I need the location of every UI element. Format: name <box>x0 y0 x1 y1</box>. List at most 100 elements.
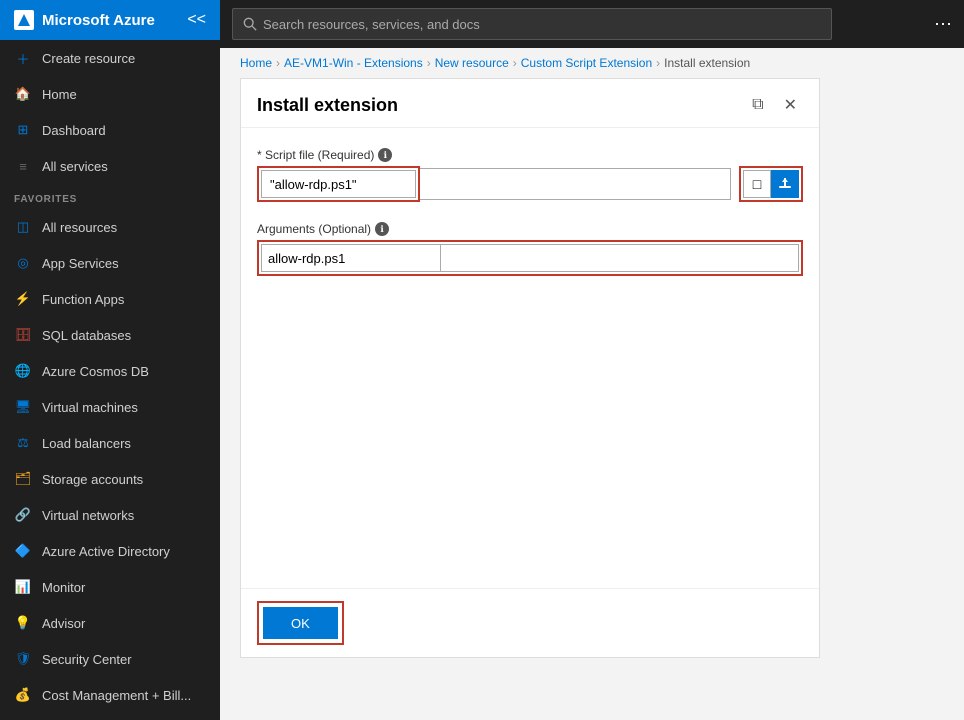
sidebar-item-help-support[interactable]: ❓ Help + support <box>0 713 220 720</box>
app-services-icon: ◎ <box>14 254 32 272</box>
sidebar-item-all-services[interactable]: ≡ All services <box>0 148 220 184</box>
app-title: Microsoft Azure <box>42 12 155 29</box>
search-bar[interactable]: Search resources, services, and docs <box>232 8 832 40</box>
sidebar-item-app-services[interactable]: ◎ App Services <box>0 245 220 281</box>
arguments-input-extension[interactable] <box>441 244 799 272</box>
sidebar-item-monitor[interactable]: 📊 Monitor <box>0 569 220 605</box>
sidebar-item-virtual-networks[interactable]: 🔗 Virtual networks <box>0 497 220 533</box>
arguments-input[interactable] <box>261 244 441 272</box>
aad-icon: 🔷 <box>14 542 32 560</box>
sidebar-item-function-apps[interactable]: ⚡ Function Apps <box>0 281 220 317</box>
script-file-input-extension[interactable] <box>420 168 731 200</box>
sidebar-label-aad: Azure Active Directory <box>42 544 170 559</box>
lb-icon: ⚖ <box>14 434 32 452</box>
panel-header-icons: ⧉ ✕ <box>746 93 803 117</box>
security-icon: 🛡 <box>14 650 32 668</box>
breadcrumb: Home › AE-VM1-Win - Extensions › New res… <box>220 48 964 78</box>
ok-button-outlined: OK <box>257 601 344 645</box>
sidebar-label-sql: SQL databases <box>42 328 131 343</box>
main-area: Search resources, services, and docs ⋯ H… <box>220 0 964 720</box>
sidebar-label-function-apps: Function Apps <box>42 292 124 307</box>
search-icon <box>243 17 257 31</box>
dashboard-icon: ⊞ <box>14 121 32 139</box>
breadcrumb-sep-0: › <box>276 56 280 70</box>
arguments-section: Arguments (Optional) ℹ <box>257 222 803 276</box>
arguments-input-outlined <box>257 240 803 276</box>
breadcrumb-new-resource[interactable]: New resource <box>435 56 509 70</box>
arguments-label: Arguments (Optional) ℹ <box>257 222 803 236</box>
sidebar-item-create-resource[interactable]: ＋ Create resource <box>0 40 220 76</box>
monitor-icon: 📊 <box>14 578 32 596</box>
panel-maximize-button[interactable]: ⧉ <box>746 93 769 117</box>
panel-footer: OK <box>241 588 819 657</box>
ok-button[interactable]: OK <box>263 607 338 639</box>
function-apps-icon: ⚡ <box>14 290 32 308</box>
favorites-section-label: FAVORITES <box>0 184 220 209</box>
sidebar-label-create: Create resource <box>42 51 135 66</box>
sidebar-label-home: Home <box>42 87 77 102</box>
sidebar-label-vnet: Virtual networks <box>42 508 134 523</box>
sidebar-label-cosmos: Azure Cosmos DB <box>42 364 149 379</box>
script-file-label: * Script file (Required) ℹ <box>257 148 803 162</box>
sidebar-item-cost-management[interactable]: 💰 Cost Management + Bill... <box>0 677 220 713</box>
breadcrumb-sep-2: › <box>513 56 517 70</box>
sidebar-label-services: All services <box>42 159 108 174</box>
sidebar-label-storage: Storage accounts <box>42 472 143 487</box>
upload-file-button-blue[interactable] <box>771 170 799 198</box>
sidebar-item-storage-accounts[interactable]: 🗂 Storage accounts <box>0 461 220 497</box>
upload-icon <box>778 177 792 191</box>
sidebar-collapse-button[interactable]: << <box>187 11 206 29</box>
sidebar-item-azure-active-directory[interactable]: 🔷 Azure Active Directory <box>0 533 220 569</box>
home-icon: 🏠 <box>14 85 32 103</box>
sidebar-label-security: Security Center <box>42 652 132 667</box>
script-info-icon[interactable]: ℹ <box>378 148 392 162</box>
sidebar-label-cost: Cost Management + Bill... <box>42 688 191 703</box>
advisor-icon: 💡 <box>14 614 32 632</box>
breadcrumb-home[interactable]: Home <box>240 56 272 70</box>
sidebar-item-load-balancers[interactable]: ⚖ Load balancers <box>0 425 220 461</box>
breadcrumb-sep-1: › <box>427 56 431 70</box>
args-info-icon[interactable]: ℹ <box>375 222 389 236</box>
sidebar-label-vm: Virtual machines <box>42 400 138 415</box>
sidebar-label-advisor: Advisor <box>42 616 85 631</box>
all-resources-icon: ◫ <box>14 218 32 236</box>
sidebar-item-security-center[interactable]: 🛡 Security Center <box>0 641 220 677</box>
cost-icon: 💰 <box>14 686 32 704</box>
upload-file-button-white[interactable]: □ <box>743 170 771 198</box>
sidebar-header: Microsoft Azure << <box>0 0 220 40</box>
search-placeholder: Search resources, services, and docs <box>263 17 480 32</box>
sidebar-label-app-services: App Services <box>42 256 119 271</box>
sidebar-label-lb: Load balancers <box>42 436 131 451</box>
sidebar-label-all-resources: All resources <box>42 220 117 235</box>
storage-icon: 🗂 <box>14 470 32 488</box>
sidebar-item-advisor[interactable]: 💡 Advisor <box>0 605 220 641</box>
cosmos-icon: 🌐 <box>14 362 32 380</box>
script-file-input-outlined <box>257 166 420 202</box>
sidebar-item-all-resources[interactable]: ◫ All resources <box>0 209 220 245</box>
sidebar-item-dashboard[interactable]: ⊞ Dashboard <box>0 112 220 148</box>
sidebar: Microsoft Azure << ＋ Create resource 🏠 H… <box>0 0 220 720</box>
script-file-section: * Script file (Required) ℹ □ <box>257 148 803 202</box>
sidebar-item-azure-cosmos-db[interactable]: 🌐 Azure Cosmos DB <box>0 353 220 389</box>
topbar-expand-button[interactable]: ⋯ <box>934 14 952 35</box>
sidebar-item-sql-databases[interactable]: 🗄 SQL databases <box>0 317 220 353</box>
panel-header: Install extension ⧉ ✕ <box>241 79 819 128</box>
azure-logo <box>14 10 34 30</box>
sidebar-item-virtual-machines[interactable]: 🖥 Virtual machines <box>0 389 220 425</box>
script-file-input[interactable] <box>261 170 416 198</box>
list-icon: ≡ <box>14 157 32 175</box>
breadcrumb-current: Install extension <box>664 56 750 70</box>
panel-body: * Script file (Required) ℹ □ <box>241 128 819 588</box>
topbar: Search resources, services, and docs ⋯ <box>220 0 964 48</box>
sidebar-item-home[interactable]: 🏠 Home <box>0 76 220 112</box>
plus-icon: ＋ <box>14 49 32 67</box>
panel-close-button[interactable]: ✕ <box>778 93 803 117</box>
upload-buttons-outlined: □ <box>739 166 803 202</box>
sidebar-label-dashboard: Dashboard <box>42 123 106 138</box>
install-extension-panel: Install extension ⧉ ✕ * Script file (Req… <box>240 78 820 658</box>
sql-icon: 🗄 <box>14 326 32 344</box>
vm-icon: 🖥 <box>14 398 32 416</box>
breadcrumb-custom-script[interactable]: Custom Script Extension <box>521 56 652 70</box>
breadcrumb-extensions[interactable]: AE-VM1-Win - Extensions <box>284 56 423 70</box>
vnet-icon: 🔗 <box>14 506 32 524</box>
